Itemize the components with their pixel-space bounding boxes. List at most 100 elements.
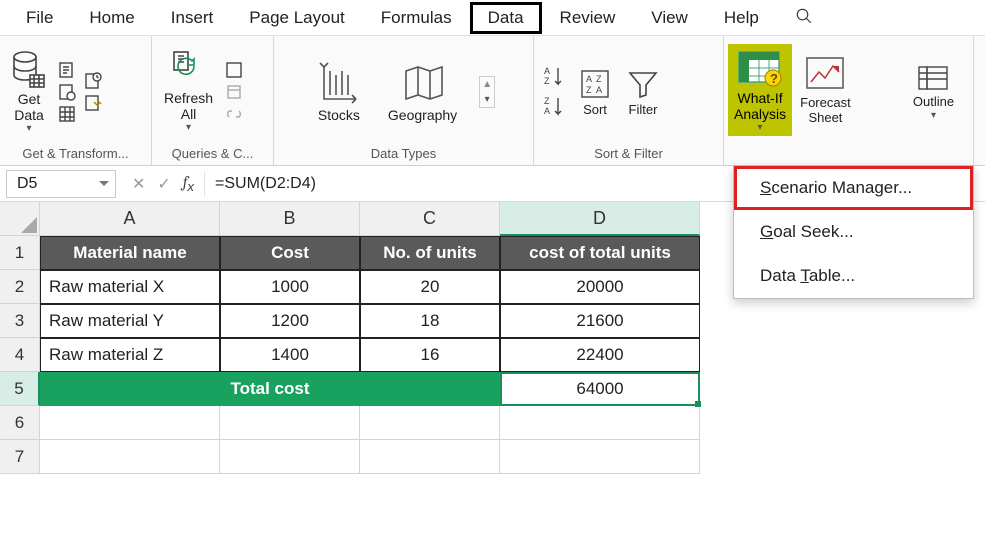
cell-c3[interactable]: 18 xyxy=(360,304,500,338)
cell-c6[interactable] xyxy=(360,406,500,440)
sort-desc-icon[interactable]: ZA xyxy=(542,94,568,120)
group-label-forecast xyxy=(724,144,894,165)
svg-text:A: A xyxy=(586,74,592,84)
scroll-up-icon[interactable]: ▲ xyxy=(482,79,492,90)
what-if-analysis-button[interactable]: ? What-If Analysis ▾ xyxy=(728,44,792,136)
cell-c2[interactable]: 20 xyxy=(360,270,500,304)
cell-d7[interactable] xyxy=(500,440,700,474)
cell-c7[interactable] xyxy=(360,440,500,474)
outline-label: Outline xyxy=(913,95,954,110)
enter-icon[interactable]: ✓ xyxy=(157,174,170,194)
refresh-icon xyxy=(172,50,206,88)
menu-scenario-manager[interactable]: SScenario Manager...cenario Manager... xyxy=(734,166,973,210)
col-header-c[interactable]: C xyxy=(360,202,500,236)
menu-data-table[interactable]: Data Table...Data Table... xyxy=(734,254,973,298)
stocks-icon xyxy=(316,61,362,105)
filter-button[interactable]: Filter xyxy=(622,65,664,120)
sort-asc-icon[interactable]: AZ xyxy=(542,64,568,90)
cell-a7[interactable] xyxy=(40,440,220,474)
menu-goal-seek[interactable]: Goal Seek...Goal Seek... xyxy=(734,210,973,254)
gallery-expand-icon[interactable]: ▾ xyxy=(482,94,492,105)
cell-d5[interactable]: 64000 xyxy=(500,372,700,406)
geography-button[interactable]: Geography xyxy=(384,59,461,125)
chevron-down-icon: ▾ xyxy=(26,123,31,135)
tab-file[interactable]: File xyxy=(8,2,71,34)
row-header-5[interactable]: 5 xyxy=(0,372,40,406)
stocks-label: Stocks xyxy=(318,107,360,123)
cell-d4[interactable]: 22400 xyxy=(500,338,700,372)
select-all-corner[interactable] xyxy=(0,202,40,236)
row-header-3[interactable]: 3 xyxy=(0,304,40,338)
from-text-icon[interactable] xyxy=(58,61,76,79)
group-forecast: ? What-If Analysis ▾ Forecast Sheet xyxy=(724,36,894,165)
cell-d2[interactable]: 20000 xyxy=(500,270,700,304)
tab-home[interactable]: Home xyxy=(71,2,152,34)
group-data-types: Stocks Geography ▲ ▾ Data Types xyxy=(274,36,534,165)
chevron-down-icon: ▾ xyxy=(186,122,191,134)
row-header-4[interactable]: 4 xyxy=(0,338,40,372)
cell-a6[interactable] xyxy=(40,406,220,440)
row-header-6[interactable]: 6 xyxy=(0,406,40,440)
col-header-a[interactable]: A xyxy=(40,202,220,236)
from-table-icon[interactable] xyxy=(58,105,76,123)
tab-page-layout[interactable]: Page Layout xyxy=(231,2,362,34)
header-cost[interactable]: Cost xyxy=(220,236,360,270)
tab-view[interactable]: View xyxy=(633,2,706,34)
geography-label: Geography xyxy=(388,107,457,123)
svg-text:Z: Z xyxy=(544,76,550,86)
sort-label: Sort xyxy=(583,103,607,118)
refresh-all-button[interactable]: Refresh All ▾ xyxy=(160,48,217,136)
svg-text:A: A xyxy=(544,66,550,76)
svg-text:A: A xyxy=(544,106,550,116)
col-header-d[interactable]: D xyxy=(500,202,700,236)
cell-a2[interactable]: Raw material X xyxy=(40,270,220,304)
cancel-icon[interactable]: ✕ xyxy=(132,174,145,194)
header-units[interactable]: No. of units xyxy=(360,236,500,270)
get-data-icon xyxy=(12,49,46,89)
get-data-button[interactable]: Get Data ▾ xyxy=(8,47,50,137)
tab-insert[interactable]: Insert xyxy=(153,2,232,34)
cell-a4[interactable]: Raw material Z xyxy=(40,338,220,372)
outline-button[interactable]: Outline ▾ xyxy=(909,61,958,123)
col-header-b[interactable]: B xyxy=(220,202,360,236)
name-box[interactable]: D5 xyxy=(6,170,116,198)
svg-text:Z: Z xyxy=(596,74,602,84)
forecast-sheet-label: Forecast Sheet xyxy=(800,96,851,126)
header-material-name[interactable]: Material name xyxy=(40,236,220,270)
tab-formulas[interactable]: Formulas xyxy=(363,2,470,34)
cell-b2[interactable]: 1000 xyxy=(220,270,360,304)
stocks-button[interactable]: Stocks xyxy=(312,59,366,125)
existing-connections-icon[interactable] xyxy=(84,94,102,112)
header-total-cost[interactable]: cost of total units xyxy=(500,236,700,270)
cell-a3[interactable]: Raw material Y xyxy=(40,304,220,338)
group-label-sort-filter: Sort & Filter xyxy=(534,144,723,165)
cell-d6[interactable] xyxy=(500,406,700,440)
tell-me-search[interactable] xyxy=(787,1,821,34)
cell-b4[interactable]: 1400 xyxy=(220,338,360,372)
tab-data[interactable]: Data xyxy=(470,2,542,34)
forecast-sheet-button[interactable]: Forecast Sheet xyxy=(796,52,855,128)
tab-review[interactable]: Review xyxy=(542,2,634,34)
group-label-data-types: Data Types xyxy=(274,144,533,165)
properties-icon[interactable] xyxy=(225,83,243,101)
cell-total-label[interactable]: Total cost xyxy=(40,372,500,406)
cell-c4[interactable]: 16 xyxy=(360,338,500,372)
edit-links-icon[interactable] xyxy=(225,105,243,123)
queries-connections-icon[interactable] xyxy=(225,61,243,79)
cell-b7[interactable] xyxy=(220,440,360,474)
row-header-7[interactable]: 7 xyxy=(0,440,40,474)
group-outline: Outline ▾ xyxy=(894,36,974,165)
row-header-1[interactable]: 1 xyxy=(0,236,40,270)
from-web-icon[interactable] xyxy=(58,83,76,101)
cell-b3[interactable]: 1200 xyxy=(220,304,360,338)
sort-button[interactable]: AZZA Sort xyxy=(574,65,616,120)
row-header-2[interactable]: 2 xyxy=(0,270,40,304)
ribbon-data: Get Data ▾ Get & Transform... Refresh Al… xyxy=(0,36,985,166)
tab-help[interactable]: Help xyxy=(706,2,777,34)
svg-text:Z: Z xyxy=(586,85,592,95)
cell-d3[interactable]: 21600 xyxy=(500,304,700,338)
cell-b6[interactable] xyxy=(220,406,360,440)
svg-text:Z: Z xyxy=(544,96,550,106)
recent-sources-icon[interactable] xyxy=(84,72,102,90)
fx-icon[interactable]: fx xyxy=(183,173,194,194)
